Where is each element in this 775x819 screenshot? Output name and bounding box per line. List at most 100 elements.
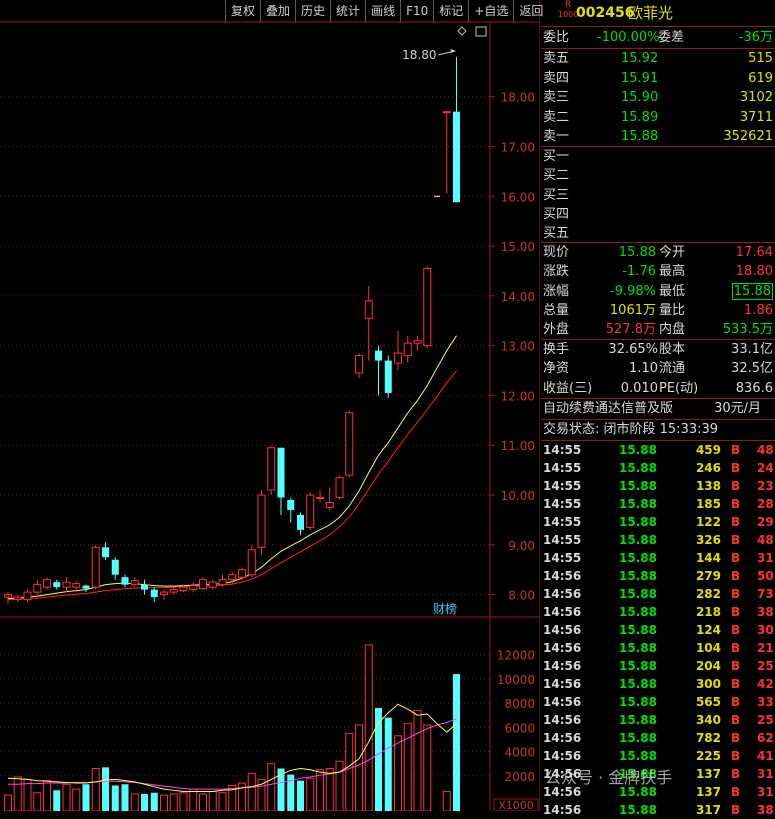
trade-count: 48 [757,533,774,547]
trade-side: B [731,605,741,619]
volume-bar [102,767,109,811]
candle-body [267,447,276,491]
trade-price: 15.88 [619,677,657,691]
volume-bar [160,794,168,811]
trade-volume: 326 [695,533,721,547]
trade-row: 14:56 15.88 104 B 21 [541,639,775,657]
fundamental-value: 0.010 [620,380,658,396]
volume-bar [384,717,392,811]
trade-row: 14:56 15.88 225 B 41 [541,747,775,765]
candle-body [345,412,354,476]
trade-time: 14:55 [543,551,582,565]
candle-body [111,559,119,575]
stat-label: 涨跌 [543,264,570,280]
trade-time: 14:56 [543,749,582,763]
candle-body [72,583,81,588]
fundamental-value: 33.1亿 [731,342,773,357]
stock-code: 002456 [576,5,635,21]
volume-bar [82,784,90,811]
price-tick-label: 16.00 [501,190,535,204]
candle-body [43,579,51,588]
quote-stat-row: 现价 15.88 今开 17.64 [541,243,775,262]
toolbar-button-0[interactable]: 复权 [225,0,260,22]
fundamental-label: 流通 [659,361,686,377]
toolbar-button-7[interactable]: +自选 [468,0,513,22]
subscription-ad[interactable]: 自动续费通达信普及版 30元/月 [541,399,775,418]
candle-body [413,340,422,344]
trade-count: 38 [757,605,774,619]
toolbar-button-5[interactable]: F10 [400,0,433,22]
trade-volume: 138 [695,479,721,493]
ask-row: 卖一 15.88 352621 [541,127,775,146]
candle [62,577,71,593]
trade-side: B [731,443,741,457]
volume-bar [364,644,373,811]
trade-row: 14:55 15.88 185 B 28 [541,495,775,513]
candle [111,557,119,580]
trade-time: 14:56 [543,569,582,583]
quote-stat-row: 总量 1061万 量比 1.86 [541,301,775,320]
candle [453,56,460,203]
candle [267,446,276,496]
trade-side: B [731,551,741,565]
candle-body [364,300,373,319]
candle-body [53,582,61,588]
fundamental-row: 收益(三) 0.010 PE(动) 836.6 [541,379,775,398]
candle-body [102,547,109,558]
trade-volume: 300 [695,677,721,691]
candle [325,487,334,510]
volume-bar [53,790,61,811]
volume-bar [121,784,129,811]
candle-body [189,585,198,591]
candle-body [277,447,285,498]
diamond-icon[interactable] [457,26,467,36]
trade-volume: 565 [695,695,721,709]
trading-status: 交易状态: 闭市阶段 15:33:39 [541,420,775,439]
fundamental-label: 股本 [659,342,686,357]
candle [238,567,246,580]
trade-time: 14:56 [543,623,582,637]
trade-volume: 459 [695,443,721,457]
trade-volume: 317 [695,803,721,817]
trade-row: 14:56 15.88 340 B 25 [541,711,775,729]
candle-body [130,580,139,586]
toolbar-button-6[interactable]: 标记 [433,0,468,22]
toolbar-button-2[interactable]: 历史 [295,0,330,22]
candle [423,265,432,349]
trade-time: 14:56 [543,803,582,817]
trade-count: 41 [757,749,774,763]
stat-label: 外盘 [543,322,570,338]
ask-label: 卖三 [543,90,570,105]
fundamental-value: 32.5亿 [731,361,773,377]
fundamental-label: 收益(三) [543,380,593,396]
price-tick-label: 9.00 [508,539,535,553]
ma-line-red [7,370,457,601]
toolbar-button-4[interactable]: 画线 [365,0,400,22]
price-tick-label: 15.00 [501,240,535,254]
toolbar-button-1[interactable]: 叠加 [260,0,295,22]
bid-row: 买三 [541,186,775,205]
trade-time: 14:55 [543,533,582,547]
candle-body [423,267,432,347]
kline-chart[interactable]: 8.00 9.00 10.00 11.00 12.00 13.00 14.00 15.00 16… [0,0,540,811]
volume-bar [169,793,178,811]
candle [394,330,402,371]
candle [43,577,51,590]
candle [287,497,295,523]
trade-side: B [731,713,741,727]
trade-count: 31 [757,785,774,799]
toolbar-button-3[interactable]: 统计 [330,0,365,22]
quote-stat-row: 外盘 527.8万 内盘 533.5万 [541,320,775,339]
volume-bar [189,788,198,811]
bid-row: 买二 [541,166,775,185]
volume-tick-label: 2000 [504,770,535,784]
trade-time: 14:56 [543,641,582,655]
stat-label: 现价 [543,245,570,260]
trade-side: B [731,641,741,655]
stat-value: 533.5万 [722,322,773,338]
fundamental-row: 换手 32.65% 股本 33.1亿 [541,340,775,359]
volume-bar [208,791,217,811]
trade-side: B [731,803,741,817]
finance-badge[interactable]: 财榜 [433,601,457,616]
window-icon[interactable] [475,26,487,37]
